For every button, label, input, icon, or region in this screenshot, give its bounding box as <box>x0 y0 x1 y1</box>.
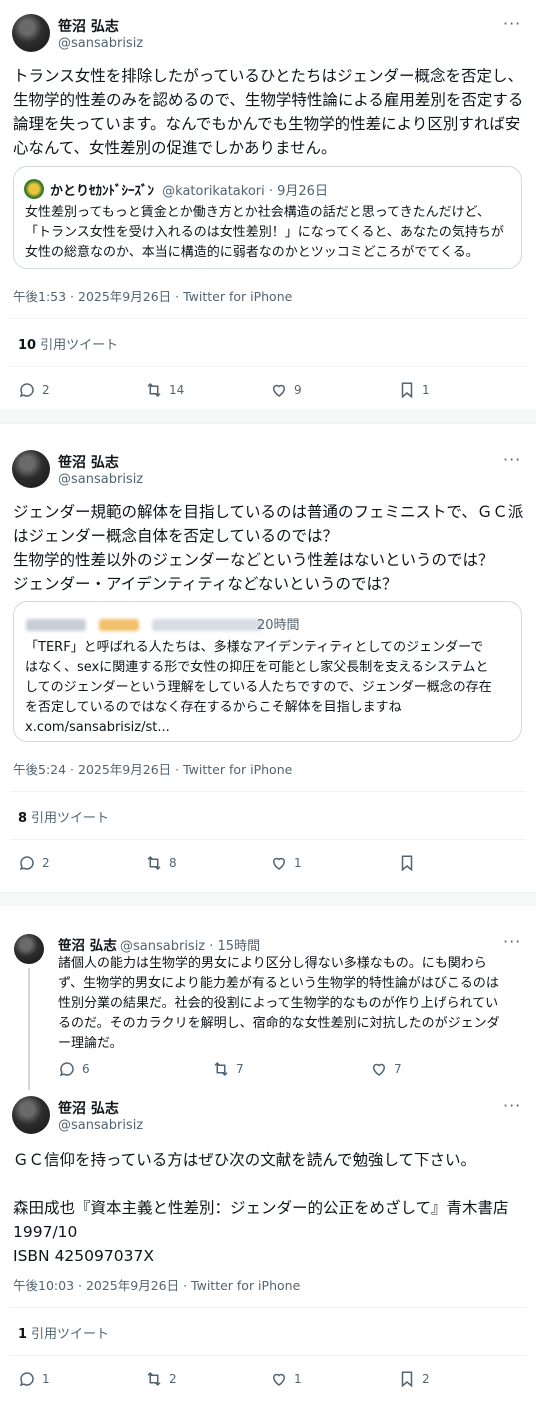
bookmark-icon <box>401 382 413 399</box>
tweet-text: ジェンダー規範の解体を目指しているのは普通のフェミニストで、ＧＣ派 はジェンダー… <box>13 503 524 593</box>
author-name[interactable]: 笹沼 弘志 <box>58 16 119 36</box>
bookmark-button[interactable] <box>398 854 416 872</box>
quoted-tweet[interactable]: 20時間 「TERF」と呼ばれる人たちは、多様なアイデンティティとしてのジェンダ… <box>13 601 522 742</box>
retweet-button[interactable]: 14 <box>145 381 184 399</box>
retweet-button[interactable]: 8 <box>145 854 177 872</box>
divider <box>10 839 526 840</box>
divider <box>10 366 526 367</box>
like-button[interactable]: 9 <box>270 381 302 399</box>
heart-icon <box>272 857 286 870</box>
tweet-timestamp[interactable]: 午後10:03 · 2025年9月26日 · Twitter for iPhon… <box>13 1275 300 1294</box>
tweet-1: 笹沼 弘志 @sansabrisiz ··· トランス女性を排除したがっているひ… <box>0 0 536 410</box>
bookmark-icon <box>401 1371 413 1388</box>
section-separator <box>0 892 536 906</box>
bookmark-button[interactable]: 1 <box>398 381 430 399</box>
more-options-icon[interactable]: ··· <box>503 450 521 469</box>
quoted-tweet[interactable]: かとりｾｶﾝﾄﾞｼｰｽﾞﾝ @katorikatakori · 9月26日 女性… <box>13 166 522 269</box>
divider <box>10 791 526 792</box>
quote-tweets-count[interactable]: 1 引用ツイート <box>18 1323 109 1342</box>
reply-button[interactable]: 6 <box>58 1060 90 1078</box>
author-handle[interactable]: @sansabrisiz <box>58 36 143 51</box>
tweet-timestamp[interactable]: 午後5:24 · 2025年9月26日 · Twitter for iPhone <box>13 759 292 778</box>
like-button[interactable]: 1 <box>270 1370 302 1388</box>
author-name[interactable]: 笹沼 弘志 <box>58 934 117 954</box>
quote-tweets-count[interactable]: 10 引用ツイート <box>18 334 118 353</box>
avatar[interactable] <box>12 1096 50 1134</box>
reply-button[interactable]: 2 <box>18 854 50 872</box>
heart-icon <box>372 1063 386 1076</box>
author-handle[interactable]: @sansabrisiz <box>58 472 143 487</box>
author-name[interactable]: 笹沼 弘志 <box>58 452 119 472</box>
retweet-button[interactable]: 2 <box>145 1370 177 1388</box>
quoted-text: 「TERF」と呼ばれる人たちは、多様なアイデンティティとしてのジェンダーで はな… <box>25 640 492 735</box>
author-handle[interactable]: @sansabrisiz · 15時間 <box>120 935 260 954</box>
author-name[interactable]: 笹沼 弘志 <box>58 1098 119 1118</box>
retweet-icon <box>214 1061 228 1077</box>
reply-icon <box>59 1062 74 1077</box>
heart-icon <box>272 1373 286 1386</box>
retweet-icon <box>147 382 161 398</box>
tweet-2: 笹沼 弘志 @sansabrisiz ··· ジェンダー規範の解体を目指している… <box>0 424 536 884</box>
divider <box>10 318 526 319</box>
avatar[interactable] <box>12 14 50 52</box>
bookmark-icon <box>401 855 413 872</box>
author-handle[interactable]: @sansabrisiz <box>58 1118 143 1133</box>
like-button[interactable]: 1 <box>270 854 302 872</box>
more-options-icon[interactable]: ··· <box>503 932 521 951</box>
section-separator <box>0 410 536 424</box>
reply-button[interactable]: 2 <box>18 381 50 399</box>
tweet-text: ＧＣ信仰を持っている方はぜひ次の文献を読んで勉強して下さい。 森田成也『資本主義… <box>13 1151 509 1265</box>
reply-icon <box>19 1372 34 1387</box>
more-options-icon[interactable]: ··· <box>503 14 521 33</box>
like-button[interactable]: 7 <box>370 1060 402 1078</box>
tweet-text: トランス女性を排除したがっているひとたちはジェンダー概念を否定し、 生物学的性差… <box>13 67 524 157</box>
quote-tweets-count[interactable]: 8 引用ツイート <box>18 807 109 826</box>
tweet-timestamp[interactable]: 午後1:53 · 2025年9月26日 · Twitter for iPhone <box>13 286 292 305</box>
avatar[interactable] <box>14 934 44 964</box>
reply-button[interactable]: 1 <box>18 1370 50 1388</box>
divider <box>10 1355 526 1356</box>
quoted-author-name: かとりｾｶﾝﾄﾞｼｰｽﾞﾝ <box>50 184 155 199</box>
quoted-avatar <box>24 179 44 199</box>
bookmark-button[interactable]: 2 <box>398 1370 430 1388</box>
blurred-author <box>26 614 263 633</box>
avatar[interactable] <box>12 450 50 488</box>
tweet-text: 諸個人の能力は生物学的男女により区分し得ない多様なもの。にも関わら ず、生物学的… <box>58 956 500 1051</box>
reply-icon <box>19 856 34 871</box>
retweet-icon <box>147 1371 161 1387</box>
thread-connector <box>28 968 30 1090</box>
quoted-time: 20時間 <box>257 618 300 633</box>
retweet-button[interactable]: 7 <box>212 1060 244 1078</box>
quoted-author-handle: @katorikatakori · 9月26日 <box>162 184 328 199</box>
retweet-icon <box>147 855 161 871</box>
thread: 笹沼 弘志 @sansabrisiz · 15時間 ··· 諸個人の能力は生物学… <box>0 906 536 1409</box>
heart-icon <box>272 384 286 397</box>
more-options-icon[interactable]: ··· <box>503 1096 521 1115</box>
reply-icon <box>19 383 34 398</box>
divider <box>10 1307 526 1308</box>
quoted-text: 女性差別ってもっと賃金とか働き方とか社会構造の話だと思ってきたんだけど、 「トラ… <box>25 205 504 260</box>
